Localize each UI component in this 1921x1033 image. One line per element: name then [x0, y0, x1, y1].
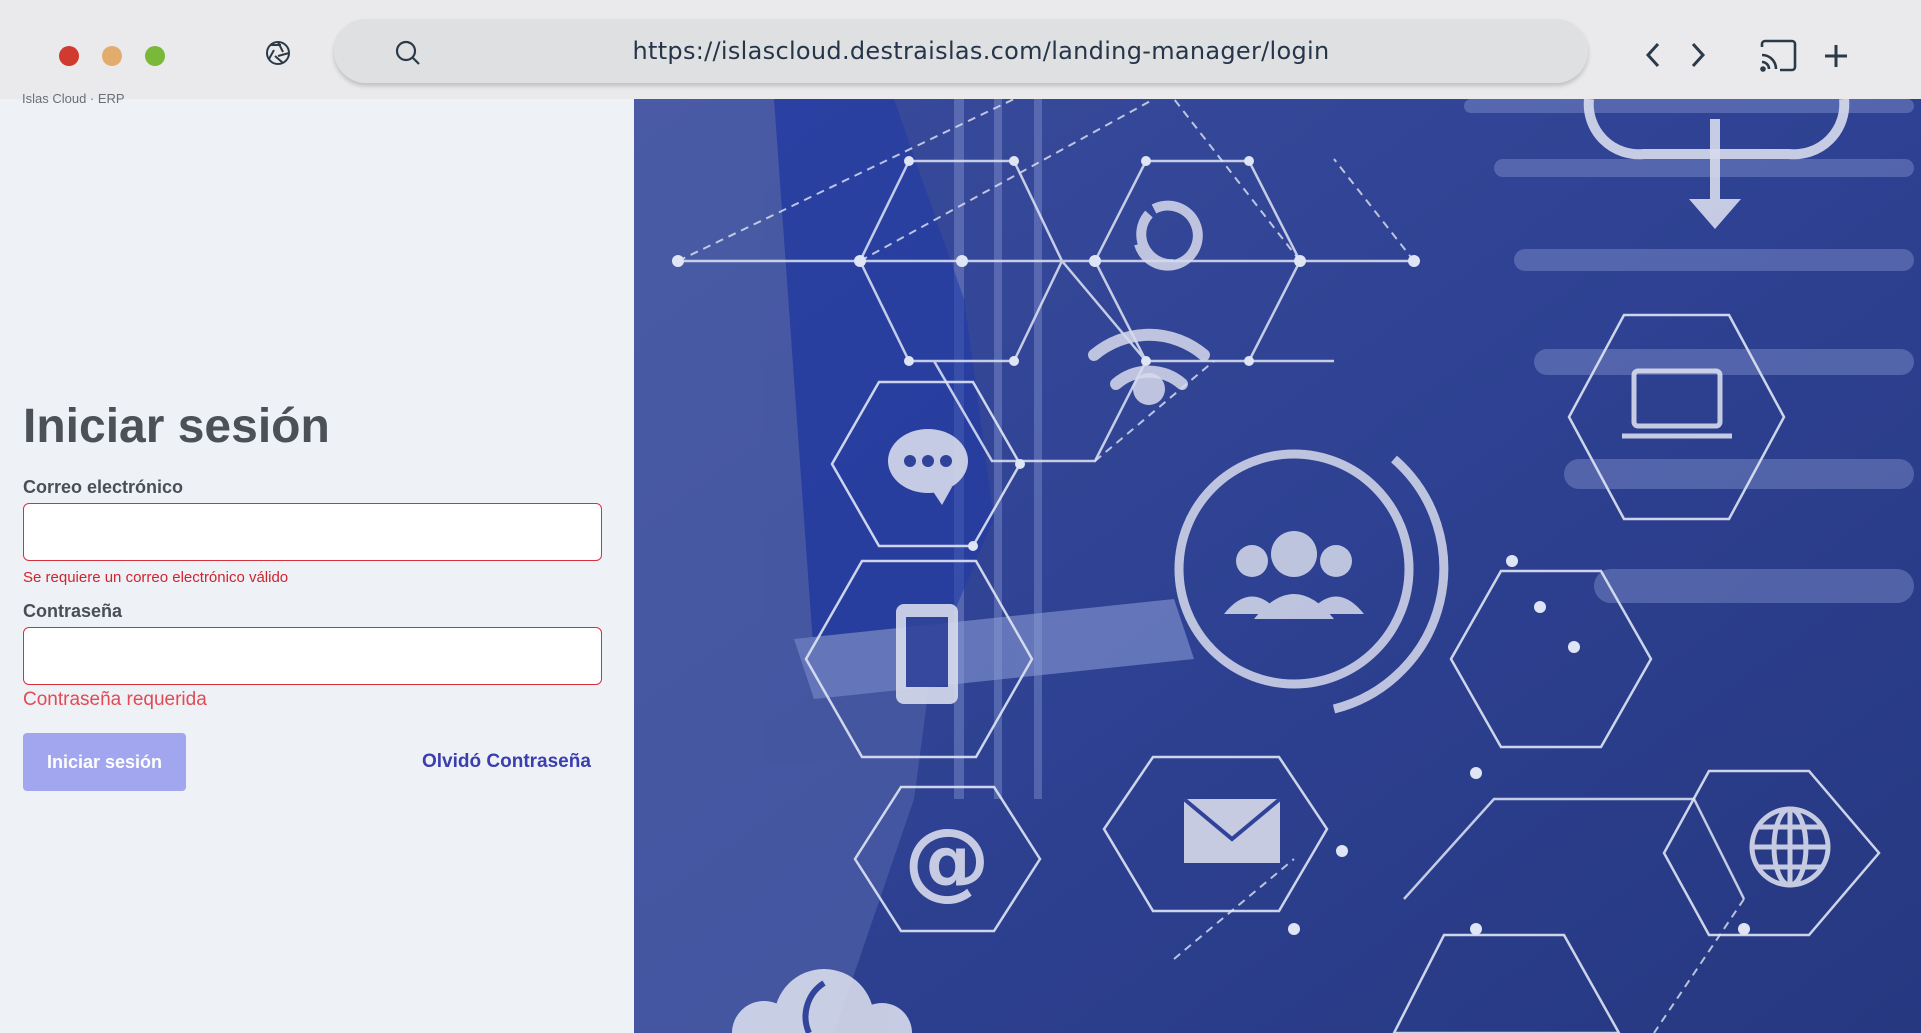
svg-text:@: @ [904, 810, 990, 910]
login-button[interactable]: Iniciar sesión [23, 733, 186, 791]
aperture-icon[interactable] [263, 38, 293, 68]
minimize-window-button[interactable] [102, 46, 122, 66]
page-title: Iniciar sesión [23, 400, 330, 453]
address-bar[interactable]: https://islascloud.destraislas.com/landi… [334, 19, 1588, 83]
email-error: Se requiere un correo electrónico válido [23, 569, 289, 586]
chevron-right-icon[interactable] [1685, 38, 1711, 72]
email-field[interactable] [23, 503, 602, 561]
password-field[interactable] [23, 627, 602, 685]
hero-image: @ [634, 99, 1921, 1033]
browser-toolbar: https://islascloud.destraislas.com/landi… [0, 0, 1921, 99]
cast-icon[interactable] [1757, 36, 1799, 76]
email-at-icon: @ [904, 810, 990, 910]
envelope-icon [1182, 797, 1282, 863]
url-text[interactable]: https://islascloud.destraislas.com/landi… [334, 19, 1588, 83]
forgot-password-link[interactable]: Olvidó Contraseña [422, 751, 591, 773]
app-crumb: Islas Cloud · ERP [22, 91, 125, 106]
phone-icon [896, 604, 958, 704]
chevron-left-icon[interactable] [1640, 38, 1666, 72]
login-panel: Islas Cloud · ERP Iniciar sesión Correo … [0, 91, 634, 1033]
plus-icon[interactable] [1818, 38, 1854, 74]
password-error: Contraseña requerida [23, 689, 207, 710]
close-window-button[interactable] [59, 46, 79, 66]
maximize-window-button[interactable] [145, 46, 165, 66]
password-label: Contraseña [23, 601, 123, 621]
globe-icon [1749, 806, 1831, 888]
email-label: Correo electrónico [23, 477, 184, 497]
